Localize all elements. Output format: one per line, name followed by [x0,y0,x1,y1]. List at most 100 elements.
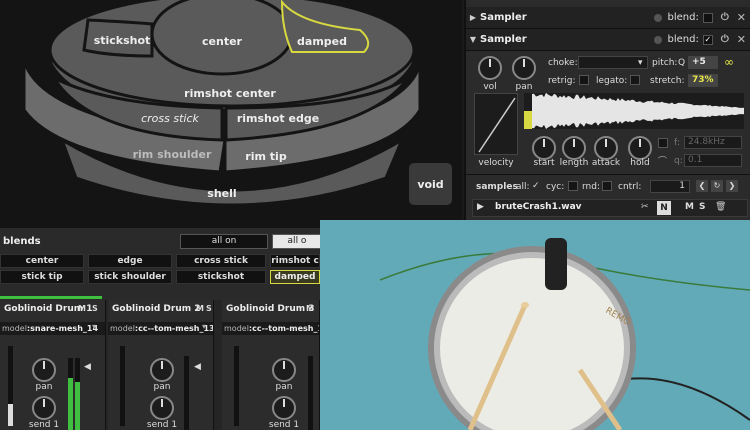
zone-label-rim-tip: rim tip [245,150,287,163]
prev-sample-icon[interactable]: ❮ [696,180,708,192]
next-sample-icon[interactable]: ❯ [726,180,738,192]
level-meter-right [184,356,189,430]
close-icon[interactable]: ✕ [737,11,746,24]
all-on-button-2[interactable]: all o [272,234,322,249]
void-button[interactable]: void [409,163,452,205]
retrig-checkbox[interactable] [579,75,589,85]
chevron-down-icon[interactable]: ▾ [202,322,206,331]
all-on-button-1[interactable]: all on [180,234,268,249]
pitch-value[interactable]: +5 [688,56,718,69]
model-label: model [2,324,27,333]
blend-cell[interactable]: rimshot c [270,254,320,268]
solo-button[interactable]: S [206,304,212,313]
pan-knob[interactable] [150,358,174,382]
cyc-checkbox[interactable] [568,181,578,191]
vol-knob[interactable] [478,56,502,80]
chevron-down-icon[interactable]: ▾ [638,58,643,68]
level-meter-left [8,346,13,426]
hold-knob[interactable] [628,136,652,160]
pan-label: pan [515,82,533,92]
expand-right-icon[interactable]: ▶ [466,13,480,22]
normalize-button[interactable]: N [657,201,671,215]
length-knob[interactable] [562,136,586,160]
model-select[interactable]: model:cc--tom-mesh_1 [222,322,319,335]
model-select[interactable]: model:cc--tom-mesh_13 [108,322,213,335]
fader-handle-icon[interactable]: ◀ [84,362,91,372]
legato-checkbox[interactable] [630,75,640,85]
play-icon[interactable]: ▶ [477,202,484,212]
legato-label: legato: [596,76,628,86]
all-label: all: [516,182,530,192]
stretch-value[interactable]: 73% [688,74,718,87]
velocity-curve-graphic [478,97,516,153]
pan-label: pan [35,382,53,392]
filter-checkbox[interactable] [658,138,668,148]
close-icon[interactable]: ✕ [737,33,746,46]
velocity-label: velocity [478,158,514,168]
blend-cell[interactable]: cross stick [176,254,266,268]
solo-button[interactable]: S [699,202,705,212]
filter-f-value[interactable]: 24.8kHz [684,136,742,149]
collapse-down-icon[interactable]: ▼ [466,35,480,44]
filter-q-value[interactable]: 0.1 [684,154,742,167]
mute-button[interactable]: M [306,304,314,313]
blend-checkbox[interactable] [702,12,713,23]
velocity-curve[interactable] [474,93,518,155]
blend-label: blend: [667,12,699,23]
level-meter-left [234,346,239,426]
blend-cell[interactable]: edge [88,254,172,268]
sampler-header-1[interactable]: ▶ Sampler blend: ⏻ ✕ [466,7,750,29]
strip-name: Goblinoid Drum 2 [112,304,201,314]
model-select[interactable]: model:snare-mesh_14 [0,322,105,335]
fader-handle-icon[interactable]: ◀ [194,362,201,372]
reload-icon[interactable]: ↻ [711,180,723,192]
pan-knob[interactable] [32,358,56,382]
filter-f-label: f: [674,138,680,148]
attack-knob[interactable] [594,136,618,160]
send-knob[interactable] [272,396,296,420]
mute-button[interactable]: M [196,304,204,313]
all-checkmark-icon[interactable]: ✓ [532,181,540,191]
sampler-header-2[interactable]: ▼ Sampler blend: ✓ ⏻ ✕ [466,29,750,51]
power-icon[interactable]: ⏻ [721,12,729,23]
sample-index-field[interactable]: 1 [650,180,690,193]
blend-checkbox[interactable]: ✓ [702,34,713,45]
active-strip-indicator [0,296,102,299]
send-knob[interactable] [32,396,56,420]
link-icon[interactable]: ∞ [724,55,734,69]
rnd-checkbox[interactable] [602,181,612,191]
send-knob[interactable] [150,396,174,420]
zone-label-rimshot-center: rimshot center [184,87,276,100]
drum-strip-2[interactable]: Goblinoid Drum 2 M S model:cc--tom-mesh_… [108,300,214,430]
filter-q-label: q: [674,156,683,166]
scissors-icon[interactable]: ✂ [641,202,649,212]
drum-strip-3[interactable]: Goblinoid Drum 3 M model:cc--tom-mesh_1 … [222,300,320,430]
sample-row[interactable]: ▶ bruteCrash1.wav ✂ N M S 🗑 [472,199,748,217]
power-icon[interactable]: ⏻ [721,34,729,45]
solo-button[interactable]: S [92,304,98,313]
level-meter-right [308,356,313,430]
blend-cell[interactable]: stick tip [0,270,84,284]
start-knob[interactable] [532,136,556,160]
blend-cell[interactable]: stickshot [176,270,266,284]
blend-cell-selected[interactable]: damped [270,270,320,284]
blend-cell[interactable]: center [0,254,84,268]
mute-button[interactable]: M [78,304,86,313]
status-dot-icon [653,13,662,22]
status-dot-icon [653,35,662,44]
pan-knob[interactable] [512,56,536,80]
level-meter-green-1 [68,358,73,430]
trash-icon[interactable]: 🗑 [715,202,726,212]
drum-strip-1[interactable]: Goblinoid Drum 1 M S model:snare-mesh_14… [0,300,106,430]
pan-knob[interactable] [272,358,296,382]
pitch-quantize[interactable]: Q [678,58,685,68]
model-label: model [110,324,135,333]
mute-button[interactable]: M [685,202,694,212]
filter-shape-icon[interactable]: ⌒ [658,154,667,167]
zone-map-graphic: stickshot center damped rimshot center c… [22,0,422,207]
blend-cell[interactable]: stick shoulder [88,270,172,284]
waveform-display[interactable] [524,92,744,129]
waveform-graphic [524,92,744,129]
retrig-label: retrig: [548,76,576,86]
chevron-down-icon[interactable]: ▾ [92,322,96,331]
